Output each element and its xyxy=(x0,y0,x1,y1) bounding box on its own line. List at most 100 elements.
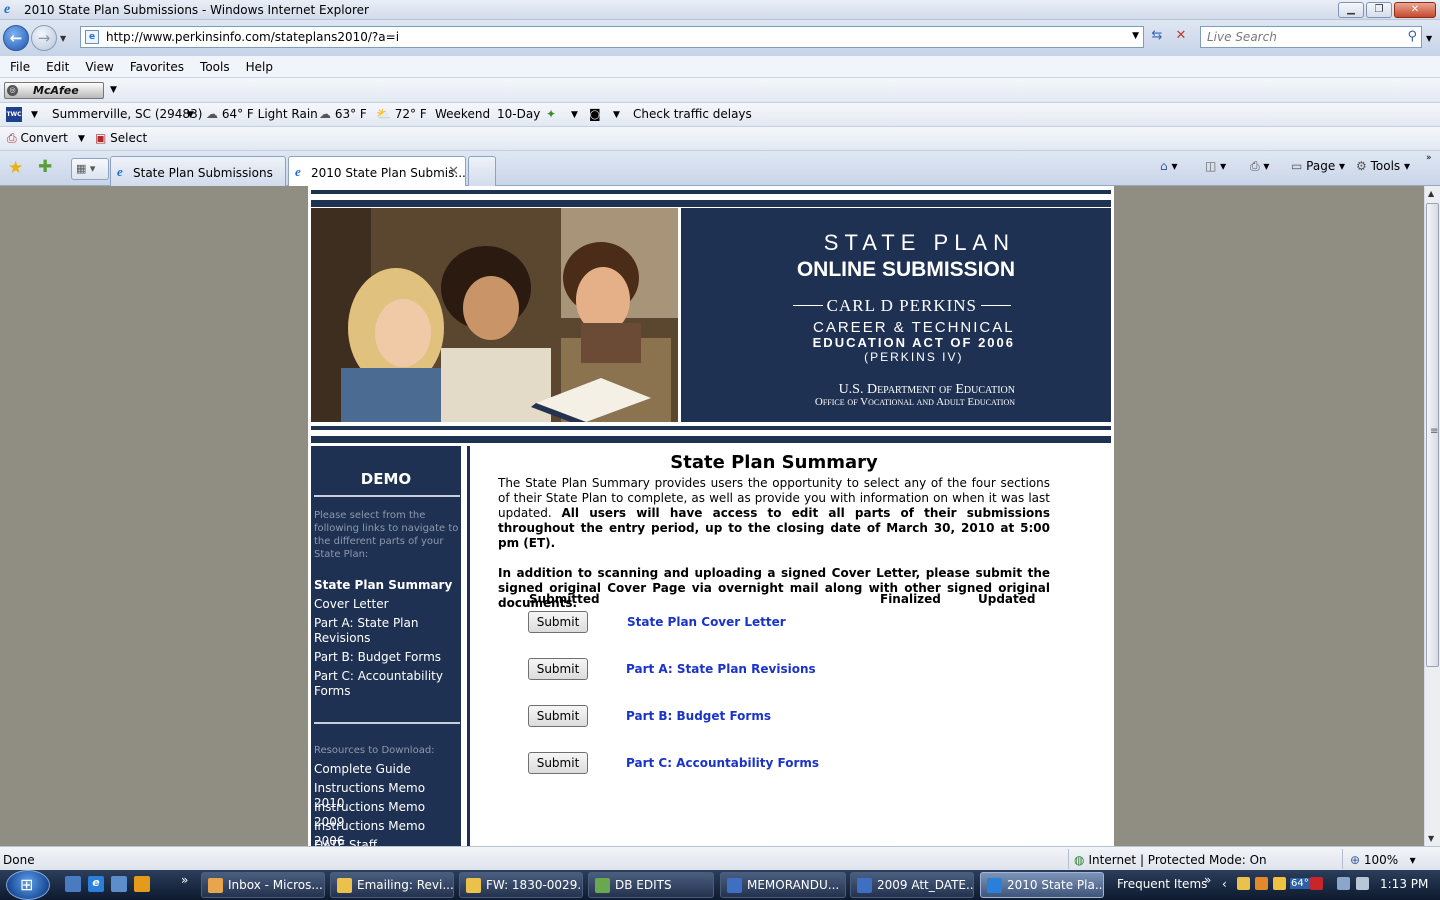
forward-button[interactable]: → xyxy=(31,25,57,51)
search-icon[interactable]: ⚲ xyxy=(1407,29,1417,44)
resource-date-staff[interactable]: DATE Staff xyxy=(314,838,454,846)
home-icon[interactable]: ⌂ ▾ xyxy=(1160,159,1177,173)
tray-network-icon[interactable] xyxy=(1337,877,1350,890)
tray-messenger-icon[interactable] xyxy=(1273,877,1286,890)
word-icon xyxy=(857,878,872,893)
submit-part-b-button[interactable]: Submit xyxy=(528,705,588,727)
menu-view[interactable]: View xyxy=(85,56,121,77)
page-menu[interactable]: ▭ Page ▾ xyxy=(1291,159,1345,173)
scroll-down-icon[interactable]: ▼ xyxy=(1428,834,1434,843)
tray-volume-icon[interactable] xyxy=(1356,877,1369,890)
taskbar-item-2009-att[interactable]: 2009 Att_DATE... xyxy=(850,872,974,898)
minimize-button[interactable]: ▁ xyxy=(1338,2,1364,18)
mcafee-dropdown-icon[interactable]: ▼ xyxy=(110,85,117,95)
camera-icon[interactable]: ◙ xyxy=(589,107,601,121)
security-zone[interactable]: ◍ Internet | Protected Mode: On xyxy=(1074,853,1267,867)
convert-dropdown-icon[interactable]: ▼ xyxy=(78,134,85,144)
zoom-level[interactable]: ⊕ 100% ▾ xyxy=(1350,853,1416,867)
menu-favorites[interactable]: Favorites xyxy=(130,56,192,77)
taskbar-item-emailing[interactable]: Emailing: Revi... xyxy=(330,872,454,898)
recent-pages-dropdown[interactable]: ▼ xyxy=(60,34,66,43)
weekend-link[interactable]: Weekend xyxy=(435,107,490,121)
refresh-icon[interactable]: ⇆ xyxy=(1146,26,1168,48)
frequent-items-toolbar[interactable]: Frequent Items xyxy=(1117,877,1207,891)
mcafee-button[interactable]: ◎ McAfee xyxy=(4,82,104,99)
twc-dropdown-icon[interactable]: ▼ xyxy=(31,110,38,120)
taskbar-item-inbox[interactable]: Inbox - Micros... xyxy=(201,872,325,898)
ten-day-link[interactable]: 10-Day xyxy=(497,107,540,121)
sidebar-link-part-a[interactable]: Part A: State Plan Revisions xyxy=(314,616,454,646)
menu-file[interactable]: File xyxy=(10,56,38,77)
ie-icon xyxy=(987,878,1002,893)
back-button[interactable]: ← xyxy=(3,25,29,51)
address-bar[interactable]: e http://www.perkinsinfo.com/stateplans2… xyxy=(80,26,1144,48)
tray-mail-icon[interactable] xyxy=(1237,877,1250,890)
weather-location[interactable]: Summerville, SC (29483) xyxy=(52,107,202,121)
submit-part-c-button[interactable]: Submit xyxy=(528,752,588,774)
media-player-icon[interactable] xyxy=(134,876,150,892)
vertical-scrollbar[interactable]: ▲ ▼ xyxy=(1424,186,1440,846)
link-cover-letter[interactable]: State Plan Cover Letter xyxy=(627,615,786,629)
weather-temp-2[interactable]: ☁ 63° F xyxy=(319,107,367,121)
sidebar-link-part-c[interactable]: Part C: Accountability Forms xyxy=(314,669,454,699)
tray-mcafee-icon[interactable] xyxy=(1310,877,1323,890)
taskbar-item-memorandum[interactable]: MEMORANDU... xyxy=(720,872,846,898)
camera-dropdown-icon[interactable]: ▼ xyxy=(613,110,620,120)
print-icon[interactable]: ⎙ ▾ xyxy=(1250,159,1269,174)
maximize-button[interactable]: ❐ xyxy=(1366,2,1392,18)
clock[interactable]: 1:13 PM xyxy=(1380,877,1428,891)
tab-2010-state-plan[interactable]: e 2010 State Plan Submis... ✕ xyxy=(288,156,466,187)
new-tab-button[interactable] xyxy=(468,156,496,186)
sidebar-link-cover-letter[interactable]: Cover Letter xyxy=(314,597,454,612)
close-button[interactable]: ✕ xyxy=(1394,2,1436,18)
select-button[interactable]: ▣ Select xyxy=(95,131,147,145)
convert-button[interactable]: ⎙ Convert xyxy=(7,131,68,146)
start-button[interactable] xyxy=(6,870,50,900)
tools-menu[interactable]: ⚙ Tools ▾ xyxy=(1356,159,1410,173)
quicklaunch-more-icon[interactable]: » xyxy=(181,873,188,887)
taskbar-item-2010-state-plan[interactable]: 2010 State Pla... xyxy=(980,872,1104,898)
quick-tabs-button[interactable]: ▦ ▾ xyxy=(71,158,109,180)
menu-tools[interactable]: Tools xyxy=(200,56,238,77)
close-tab-icon[interactable]: ✕ xyxy=(448,164,459,179)
tray-app-icon[interactable] xyxy=(1255,877,1268,890)
taskbar-item-fw[interactable]: FW: 1830-0029... xyxy=(459,872,583,898)
scroll-thumb[interactable] xyxy=(1426,203,1439,667)
taskbar-item-db-edits[interactable]: DB EDITS xyxy=(588,872,714,898)
submit-part-a-button[interactable]: Submit xyxy=(528,658,588,680)
menu-help[interactable]: Help xyxy=(246,56,281,77)
convert-icon: ⎙ xyxy=(7,131,17,145)
tray-weather-temp[interactable]: 64° xyxy=(1290,878,1310,889)
excel-icon xyxy=(595,878,610,893)
sidebar-link-state-plan-summary[interactable]: State Plan Summary xyxy=(314,578,454,593)
show-desktop-icon[interactable] xyxy=(65,876,81,892)
ie-quicklaunch-icon[interactable]: e xyxy=(88,876,104,892)
toolbar-more-icon[interactable]: » xyxy=(1204,873,1211,887)
tab-state-plan-submissions[interactable]: e State Plan Submissions xyxy=(110,156,286,186)
chevron-right-icon[interactable]: » xyxy=(1426,153,1432,163)
sidebar-link-part-b[interactable]: Part B: Budget Forms xyxy=(314,650,454,665)
location-dropdown-icon[interactable]: ▼ xyxy=(187,110,194,120)
address-url[interactable]: http://www.perkinsinfo.com/stateplans201… xyxy=(106,30,399,44)
link-part-a[interactable]: Part A: State Plan Revisions xyxy=(626,662,816,676)
add-favorites-icon[interactable]: ✚ xyxy=(38,157,52,177)
map-icon[interactable]: ✦ xyxy=(546,107,556,121)
search-dropdown-icon[interactable]: ▼ xyxy=(1426,34,1432,43)
traffic-link[interactable]: Check traffic delays xyxy=(633,107,752,121)
weather-temp-3[interactable]: ⛅ 72° F xyxy=(376,107,427,121)
scroll-up-icon[interactable]: ▲ xyxy=(1428,189,1434,198)
stop-icon[interactable]: ✕ xyxy=(1170,26,1192,48)
search-input[interactable]: Live Search ⚲ xyxy=(1200,26,1422,48)
menu-edit[interactable]: Edit xyxy=(46,56,77,77)
address-dropdown-icon[interactable]: ▼ xyxy=(1132,31,1139,41)
map-dropdown-icon[interactable]: ▼ xyxy=(571,110,578,120)
link-part-b[interactable]: Part B: Budget Forms xyxy=(626,709,771,723)
tray-expand-icon[interactable]: ‹ xyxy=(1222,877,1227,891)
link-part-c[interactable]: Part C: Accountability Forms xyxy=(626,756,819,770)
weather-current[interactable]: ☁ 64° F Light Rain xyxy=(206,107,318,121)
resource-complete-guide[interactable]: Complete Guide xyxy=(314,762,454,777)
feeds-icon[interactable]: ◫ ▾ xyxy=(1205,159,1226,173)
switch-windows-icon[interactable] xyxy=(111,876,127,892)
favorites-star-icon[interactable]: ★ xyxy=(8,158,23,178)
submit-cover-letter-button[interactable]: Submit xyxy=(528,611,588,633)
